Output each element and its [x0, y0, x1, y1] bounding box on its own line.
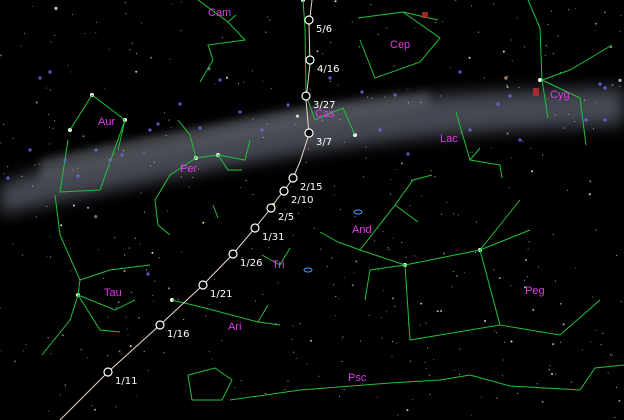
tau-lines [41, 194, 81, 356]
and-lines [337, 241, 406, 266]
galaxy-icon [518, 138, 522, 142]
galaxy-icon [286, 103, 290, 107]
date-marker-icon [304, 15, 314, 25]
date-label: 4/16 [317, 64, 339, 75]
galaxy-icon [148, 128, 152, 132]
nebula-icon [533, 88, 539, 96]
label-cas: Cas [315, 108, 335, 120]
galaxy-icon [353, 209, 363, 215]
date-marker-icon [301, 91, 311, 101]
label-cep: Cep [390, 39, 410, 51]
date-marker-icon [305, 55, 315, 65]
nebula-icon [422, 12, 428, 18]
date-marker-icon [288, 173, 298, 183]
date-label: 3/7 [316, 137, 332, 148]
date-markers: 5/64/163/273/72/152/102/51/311/261/211/1… [103, 15, 339, 387]
date-marker-icon [266, 203, 276, 213]
psc-lines [229, 374, 581, 401]
galaxy-icon [328, 76, 332, 80]
date-label: 1/31 [262, 232, 284, 243]
date-label: 2/15 [300, 182, 322, 193]
date-marker-icon [155, 320, 165, 330]
galaxy-icon [146, 272, 150, 276]
date-marker-icon [103, 367, 113, 377]
galaxy-icon [598, 82, 602, 86]
date-label: 1/16 [167, 329, 189, 340]
galaxy-icon [406, 152, 410, 156]
date-label: 5/6 [316, 24, 332, 35]
galaxy-icon [303, 267, 313, 273]
galaxy-icon [28, 148, 32, 152]
label-tri: Tri [272, 259, 284, 271]
galaxy-icon [238, 110, 242, 114]
date-label: 1/21 [210, 289, 232, 300]
label-per: Per [180, 163, 197, 175]
label-cam: Cam [208, 7, 231, 19]
label-aur: Aur [98, 116, 115, 128]
label-peg: Peg [525, 285, 545, 297]
date-label: 2/10 [291, 195, 313, 206]
galaxy-icon [38, 76, 42, 80]
galaxy-icon [360, 90, 364, 94]
date-label: 2/5 [278, 212, 294, 223]
galaxy-icon [458, 70, 462, 74]
galaxy-icon [48, 70, 52, 74]
label-cyg: Cyg [550, 89, 570, 101]
galaxy-icon [218, 78, 222, 82]
label-tau: Tau [104, 287, 122, 299]
galaxy-icon [6, 176, 10, 180]
label-ari: Ari [228, 321, 241, 333]
peg-lines [404, 249, 501, 341]
galaxy-icon [178, 102, 182, 106]
label-lac: Lac [440, 133, 458, 145]
date-marker-icon [279, 186, 289, 196]
date-marker-icon [198, 280, 208, 290]
label-psc: Psc [348, 372, 367, 384]
date-marker-icon [250, 223, 260, 233]
galaxy-icon [156, 122, 160, 126]
date-label: 1/11 [115, 376, 137, 387]
date-label: 1/26 [240, 258, 262, 269]
label-and: And [352, 224, 372, 236]
star-chart: 5/64/163/273/72/152/102/51/311/261/211/1… [0, 0, 624, 420]
constellation-lines [41, 0, 624, 401]
date-marker-icon [304, 128, 314, 138]
cyg-lines [527, 0, 613, 81]
date-marker-icon [228, 249, 238, 259]
